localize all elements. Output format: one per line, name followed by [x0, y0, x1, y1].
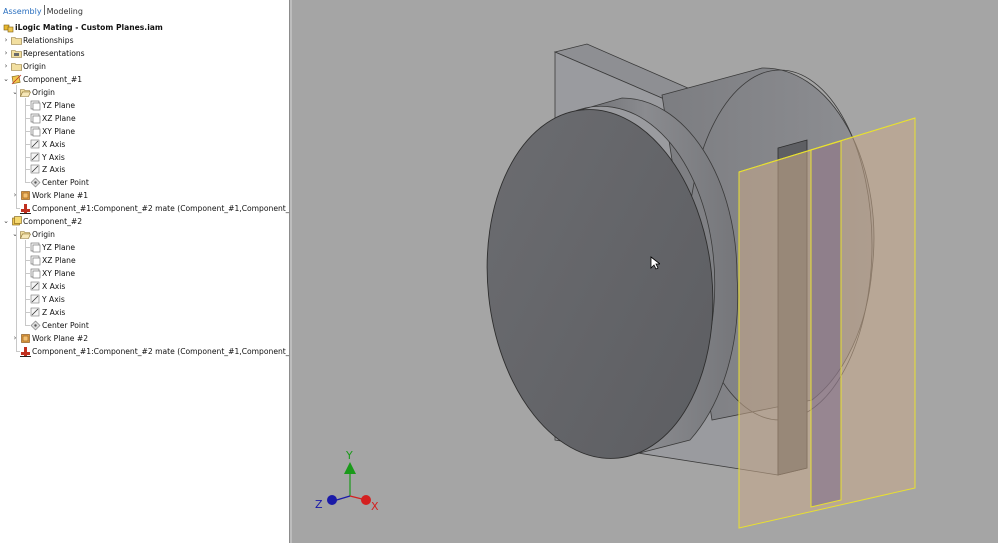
work-planes[interactable]	[738, 117, 916, 529]
folder-open-icon	[20, 229, 31, 240]
tree-node-label: Representations	[23, 48, 85, 58]
tree-node-label: Center Point	[42, 178, 89, 188]
tree-guide-line	[25, 260, 30, 262]
tree-guide-line	[25, 182, 30, 184]
folder-icon	[11, 61, 22, 72]
tab-assembly[interactable]: Assembly	[3, 7, 42, 16]
expand-chevron-icon[interactable]: ›	[11, 332, 19, 345]
tab-separator	[43, 5, 45, 15]
tree-guide-line	[25, 247, 30, 249]
tree-guide-line	[25, 273, 30, 275]
z-axis-label: Z	[315, 498, 323, 511]
axis-icon	[30, 152, 41, 163]
expand-chevron-icon[interactable]: ›	[11, 189, 19, 202]
axis-triad[interactable]: Y Z X	[315, 449, 379, 513]
model-canvas[interactable]: Y Z X	[292, 0, 998, 543]
tree-guide-line	[25, 324, 30, 326]
component-icon	[11, 74, 22, 85]
tree-node-label: XZ Plane	[42, 256, 76, 266]
tree-node-label: Relationships	[23, 35, 74, 45]
collapse-chevron-icon[interactable]: ⌄	[2, 73, 10, 86]
tree-node-label: XY Plane	[42, 126, 76, 136]
tree-node-label: Y Axis	[42, 152, 65, 162]
model-browser: Assembly Modeling iLogic Mating - Custom …	[0, 0, 289, 543]
axis-icon	[30, 281, 41, 292]
tree-guide-line	[16, 350, 20, 352]
workplane-icon	[20, 333, 31, 344]
tree-guide-line	[25, 143, 30, 145]
tree-guide-line	[16, 208, 20, 210]
tree-guide-line	[25, 117, 30, 119]
tree-node-label: Center Point	[42, 320, 89, 330]
folder-icon	[11, 35, 22, 46]
mouse-cursor-icon	[650, 256, 660, 270]
browser-tabs: Assembly Modeling	[3, 5, 83, 16]
tree-node-label: iLogic Mating - Custom Planes.iam	[15, 23, 163, 32]
assembly-icon	[3, 22, 14, 33]
expand-chevron-icon[interactable]: ›	[2, 34, 10, 47]
tree-node-label: Component_#2	[23, 217, 83, 227]
plane-icon	[30, 113, 41, 124]
plane-icon	[30, 255, 41, 266]
mate-icon	[20, 203, 31, 215]
y-axis-label: Y	[345, 449, 353, 462]
plane-icon	[30, 126, 41, 137]
tree-guide-line	[16, 84, 17, 209]
tree-guide-line	[25, 156, 30, 158]
tree-node-label: Origin	[32, 230, 55, 240]
collapse-chevron-icon[interactable]: ⌄	[11, 86, 19, 99]
collapse-chevron-icon[interactable]: ⌄	[2, 215, 10, 228]
tree-node-label: XZ Plane	[42, 113, 76, 123]
collapse-chevron-icon[interactable]: ⌄	[11, 228, 19, 241]
axis-icon	[30, 294, 41, 305]
tree-guide-line	[25, 298, 30, 300]
folder-open-icon	[20, 87, 31, 98]
axis-icon	[30, 164, 41, 175]
x-axis-arrow-icon[interactable]	[361, 495, 371, 505]
y-axis-arrow-icon[interactable]	[344, 462, 356, 474]
tree-node-label: Work Plane #2	[32, 333, 89, 343]
tree-guide-line	[25, 169, 30, 171]
mate-icon	[20, 346, 31, 357]
plane-icon	[30, 242, 41, 253]
tree-node-label: YZ Plane	[42, 243, 76, 253]
tree-node-label: Component_#1:Component_#2 mate (Componen…	[32, 346, 289, 356]
x-axis-label: X	[371, 500, 379, 513]
component2-icon	[11, 216, 22, 227]
tree-node-label: Work Plane #1	[32, 191, 89, 201]
front-cylinder	[486, 97, 739, 459]
tree-node-label: Y Axis	[42, 294, 65, 304]
plane-icon	[30, 268, 41, 279]
z-axis-arrow-icon[interactable]	[327, 495, 337, 505]
tree-guide-line	[25, 130, 30, 132]
tree-node-label: Component_#1	[23, 74, 83, 84]
tree-node-label: YZ Plane	[42, 100, 76, 110]
axis-icon	[30, 139, 41, 150]
tree-node-label: Component_#1:Component_#2 mate (Componen…	[32, 204, 289, 214]
expand-chevron-icon[interactable]: ›	[2, 60, 10, 73]
plane-icon	[30, 100, 41, 111]
axis-icon	[30, 307, 41, 318]
workplane-icon	[20, 190, 31, 201]
expand-chevron-icon[interactable]: ›	[2, 47, 10, 60]
tree-node-label: Origin	[23, 61, 46, 71]
tree-node-label: X Axis	[42, 282, 66, 291]
tree-guide-line	[16, 227, 17, 351]
representations-icon	[11, 48, 22, 59]
tree-guide-line	[25, 104, 30, 106]
point-icon	[30, 320, 41, 331]
point-icon	[30, 177, 41, 188]
tree-node-label: X Axis	[42, 139, 66, 149]
tree-node-label: Z Axis	[42, 307, 66, 317]
tree-guide-line	[25, 286, 30, 287]
tab-modeling[interactable]: Modeling	[47, 7, 83, 16]
tree-node-label: XY Plane	[42, 269, 76, 279]
tree-guide-line	[25, 311, 30, 313]
tree-node-label: Z Axis	[42, 165, 66, 175]
graphics-viewport[interactable]: Y Z X	[292, 0, 998, 543]
tree-node-label: Origin	[32, 87, 55, 97]
